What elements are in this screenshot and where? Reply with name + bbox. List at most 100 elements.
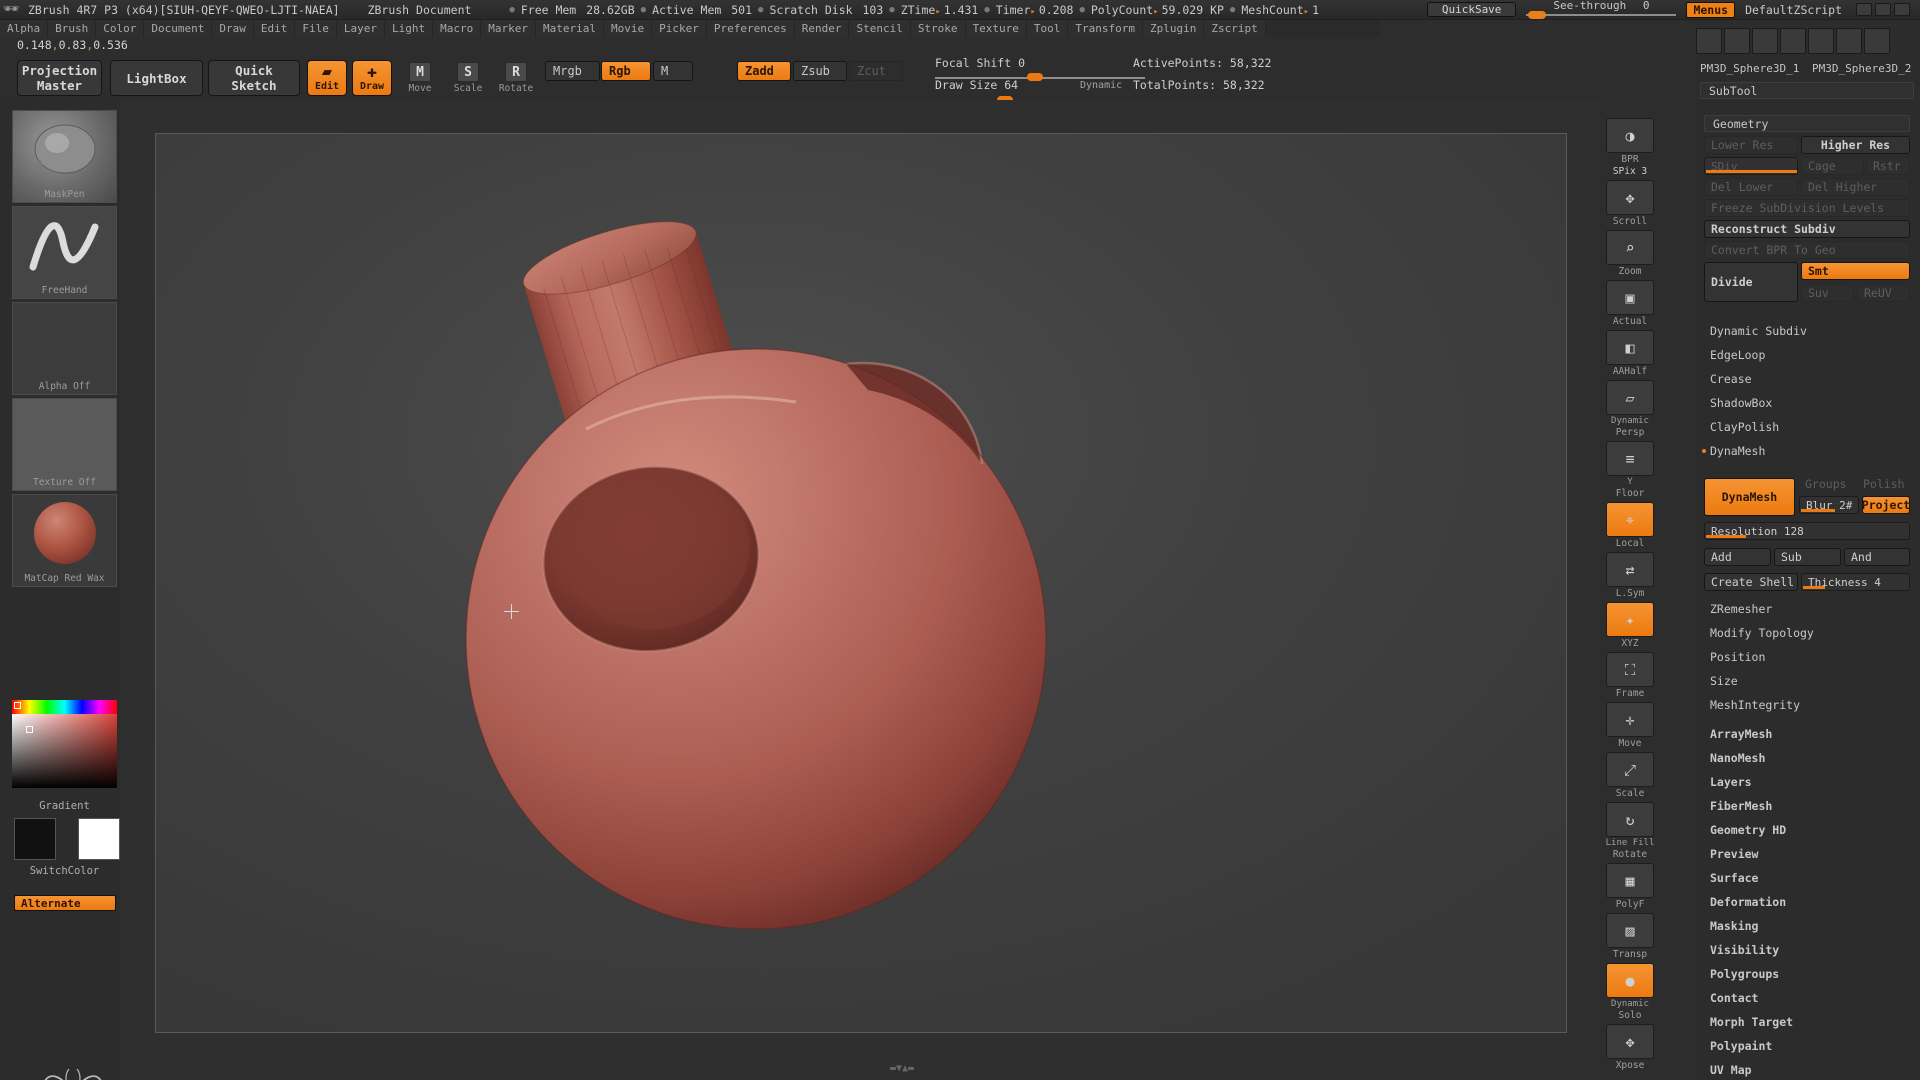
suv-button[interactable]: Suv: [1801, 284, 1854, 302]
divide-button[interactable]: Divide: [1704, 262, 1798, 302]
material-swatch[interactable]: MatCap Red Wax: [12, 494, 117, 587]
geometry-section-header[interactable]: Geometry: [1704, 115, 1910, 132]
menus-button[interactable]: Menus: [1686, 1, 1736, 18]
section-geometry-hd[interactable]: Geometry HD: [1700, 820, 1914, 839]
scale-mode-button[interactable]: S Scale: [448, 62, 488, 100]
smt-button[interactable]: Smt: [1801, 262, 1910, 280]
del-lower-button[interactable]: Del Lower: [1704, 178, 1798, 196]
del-higher-button[interactable]: Del Higher: [1801, 178, 1910, 196]
canvas-area[interactable]: ▬▼▲▬: [120, 100, 1600, 1080]
rail-button-floor[interactable]: ≡: [1606, 441, 1654, 476]
rail-button-xyz[interactable]: ✦: [1606, 602, 1654, 637]
sub-button[interactable]: Sub: [1774, 548, 1841, 566]
convert-bpr-button[interactable]: Convert BPR To Geo: [1704, 241, 1910, 259]
menu-item-material[interactable]: Material: [535, 20, 604, 37]
polish-button[interactable]: Polish: [1857, 475, 1910, 493]
menu-item-stroke[interactable]: Stroke: [910, 20, 966, 37]
menu-item-layer[interactable]: Layer: [336, 20, 385, 37]
subtool-thumbnail[interactable]: [1836, 28, 1862, 54]
menu-item-zplugin[interactable]: Zplugin: [1143, 20, 1205, 37]
subtool-thumbnail[interactable]: [1864, 28, 1890, 54]
section-contact[interactable]: Contact: [1700, 988, 1914, 1007]
close-button[interactable]: [1894, 3, 1910, 16]
section-fibermesh[interactable]: FiberMesh: [1700, 796, 1914, 815]
alternate-button[interactable]: Alternate: [14, 895, 116, 911]
menu-item-picker[interactable]: Picker: [652, 20, 707, 37]
rail-button-solo[interactable]: ●: [1606, 963, 1654, 998]
menu-item-brush[interactable]: Brush: [48, 20, 97, 37]
rail-button-local[interactable]: ⌖: [1606, 502, 1654, 537]
section-shadowbox[interactable]: ShadowBox: [1700, 393, 1914, 412]
thickness-slider[interactable]: Thickness 4: [1801, 573, 1910, 591]
hue-strip[interactable]: [12, 700, 117, 714]
menu-item-light[interactable]: Light: [384, 20, 434, 37]
create-shell-button[interactable]: Create Shell: [1704, 573, 1798, 591]
brush-swatch[interactable]: MaskPen: [12, 110, 117, 203]
subtool-thumbnail[interactable]: [1808, 28, 1834, 54]
rail-button-scroll[interactable]: ✥: [1606, 180, 1654, 215]
section-masking[interactable]: Masking: [1700, 916, 1914, 935]
rail-button-polyf[interactable]: ▦: [1606, 863, 1654, 898]
focal-shift-knob[interactable]: [1027, 73, 1043, 81]
section-layers[interactable]: Layers: [1700, 772, 1914, 791]
minimize-button[interactable]: [1856, 3, 1872, 16]
alpha-swatch[interactable]: Alpha Off: [12, 302, 117, 395]
color-picker[interactable]: [12, 700, 117, 788]
rail-button-rotate[interactable]: ↻: [1606, 802, 1654, 837]
rail-button-l-sym[interactable]: ⇄: [1606, 552, 1654, 587]
section-polygroups[interactable]: Polygroups: [1700, 964, 1914, 983]
menu-item-render[interactable]: Render: [794, 20, 850, 37]
move-mode-button[interactable]: M Move: [400, 62, 440, 100]
dynamesh-button[interactable]: DynaMesh: [1704, 478, 1795, 516]
lightbox-button[interactable]: LightBox: [110, 60, 203, 96]
menu-item-draw[interactable]: Draw: [212, 20, 254, 37]
section-morph-target[interactable]: Morph Target: [1700, 1012, 1914, 1031]
rotate-mode-button[interactable]: R Rotate: [496, 62, 536, 100]
zsub-button[interactable]: Zsub: [793, 61, 847, 81]
sdiv-slider[interactable]: SDiv: [1704, 157, 1798, 175]
lower-res-button[interactable]: Lower Res: [1704, 136, 1798, 154]
resolution-slider[interactable]: Resolution 128: [1704, 522, 1910, 540]
rail-button-actual[interactable]: ▣: [1606, 280, 1654, 315]
rail-button-transp[interactable]: ▨: [1606, 913, 1654, 948]
quicksave-button[interactable]: QuickSave: [1426, 2, 1517, 17]
rail-button-persp[interactable]: ▱: [1606, 380, 1654, 415]
sculpt-viewport[interactable]: [156, 134, 1566, 1032]
menu-item-texture[interactable]: Texture: [965, 20, 1027, 37]
see-through-knob[interactable]: [1528, 10, 1547, 19]
maximize-button[interactable]: [1875, 3, 1891, 16]
rgb-button[interactable]: Rgb: [601, 61, 651, 81]
dynamic-label[interactable]: Dynamic: [1080, 80, 1122, 91]
rail-button-bpr[interactable]: ◑: [1606, 118, 1654, 153]
draw-mode-button[interactable]: ✚ Draw: [352, 60, 392, 96]
higher-res-button[interactable]: Higher Res: [1801, 136, 1910, 154]
section-claypolish[interactable]: ClayPolish: [1700, 417, 1914, 436]
section-dynamic-subdiv[interactable]: Dynamic Subdiv: [1700, 321, 1914, 340]
tool-size[interactable]: Size: [1700, 671, 1914, 690]
quick-sketch-button[interactable]: Quick Sketch: [208, 60, 300, 96]
zadd-button[interactable]: Zadd: [737, 61, 791, 81]
subtool-thumbnail[interactable]: [1724, 28, 1750, 54]
section-deformation[interactable]: Deformation: [1700, 892, 1914, 911]
section-visibility[interactable]: Visibility: [1700, 940, 1914, 959]
rail-button-scale[interactable]: ⤢: [1606, 752, 1654, 787]
secondary-color-swatch[interactable]: [78, 818, 120, 860]
stroke-swatch[interactable]: FreeHand: [12, 206, 117, 299]
tool-position[interactable]: Position: [1700, 647, 1914, 666]
see-through-slider[interactable]: See-through 0: [1526, 0, 1677, 20]
rail-spix-label[interactable]: SPix 3: [1600, 166, 1660, 177]
rail-button-zoom[interactable]: ⌕: [1606, 230, 1654, 265]
subtool-thumbnail[interactable]: [1752, 28, 1778, 54]
menu-item-zscript[interactable]: Zscript: [1204, 20, 1266, 37]
project-button[interactable]: Project: [1862, 496, 1910, 514]
subtool-thumbnail[interactable]: [1696, 28, 1722, 54]
rail-button-aahalf[interactable]: ◧: [1606, 330, 1654, 365]
reuv-button[interactable]: ReUV: [1857, 284, 1910, 302]
switch-color-label[interactable]: SwitchColor: [12, 865, 117, 877]
document-canvas[interactable]: [155, 133, 1567, 1033]
menu-item-marker[interactable]: Marker: [481, 20, 536, 37]
menu-item-stencil[interactable]: Stencil: [849, 20, 911, 37]
rail-button-move[interactable]: ✛: [1606, 702, 1654, 737]
menu-item-file[interactable]: File: [295, 20, 337, 37]
primary-color-swatch[interactable]: [14, 818, 56, 860]
